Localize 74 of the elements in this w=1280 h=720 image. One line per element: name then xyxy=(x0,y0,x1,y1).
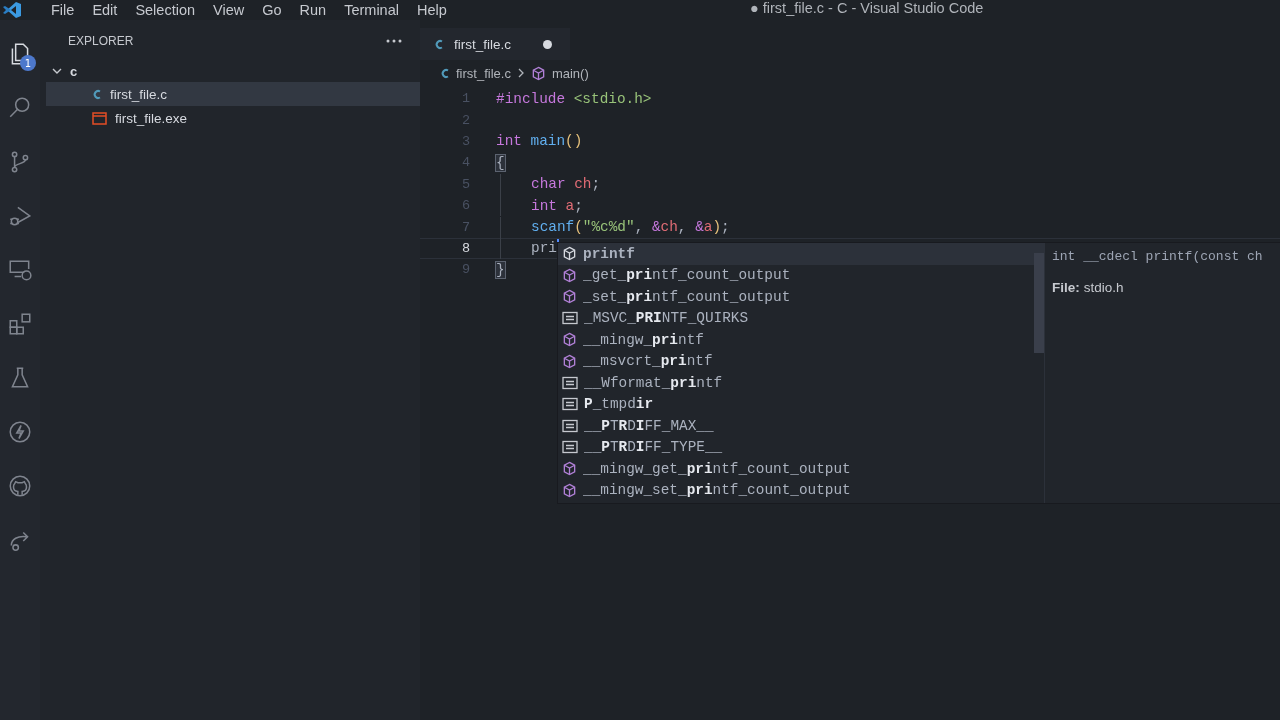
window-title: ● first_file.c - C - Visual Studio Code xyxy=(750,0,984,16)
method-icon xyxy=(562,246,577,262)
line-number: 5 xyxy=(460,176,470,192)
code-line: pri xyxy=(531,240,557,257)
chevron-icon[interactable] xyxy=(52,66,62,76)
suggestion-item[interactable]: __Wformat_printf xyxy=(558,372,1044,394)
scrollbar-thumb[interactable] xyxy=(1034,253,1044,353)
c-file-icon xyxy=(434,37,444,51)
file-name: first_file.c xyxy=(110,86,167,102)
line-number: 1 xyxy=(460,91,470,107)
code-line: char ch; xyxy=(531,176,601,193)
suggestion-item[interactable]: _set_printf_count_output xyxy=(558,286,1044,308)
method-icon xyxy=(562,482,577,498)
menu-item[interactable]: View xyxy=(204,2,254,18)
suggestion-item[interactable]: __msvcrt_printf xyxy=(558,350,1044,372)
editor-tab[interactable]: first_file.c xyxy=(420,28,570,60)
method-icon xyxy=(562,353,577,369)
c-file-icon xyxy=(92,87,102,101)
method-icon xyxy=(530,65,546,81)
constant-icon xyxy=(562,375,578,390)
code-line: int a; xyxy=(531,197,583,214)
app-logo-icon xyxy=(2,1,22,19)
line-number: 6 xyxy=(460,198,470,214)
menu-item[interactable]: Terminal xyxy=(335,2,408,18)
constant-icon xyxy=(562,311,578,326)
method-icon xyxy=(562,332,577,348)
menu-item[interactable]: Edit xyxy=(83,2,127,18)
file-item[interactable]: first_file.exe xyxy=(46,106,420,130)
suggestion-item[interactable]: __mingw_set_printf_count_output xyxy=(558,479,1044,501)
menu-item[interactable]: Selection xyxy=(126,2,205,18)
window-file-icon xyxy=(92,111,107,125)
line-number: 4 xyxy=(460,155,470,171)
constant-icon xyxy=(562,418,578,433)
more-icon[interactable] xyxy=(386,39,402,43)
breadcrumb-item[interactable]: first_file.c xyxy=(456,65,511,81)
extensions-icon xyxy=(7,310,33,337)
suggestion-item[interactable]: __mingw_printf xyxy=(558,329,1044,351)
line-number: 3 xyxy=(460,133,470,149)
constant-icon xyxy=(562,440,578,455)
code-line: scanf("%c%d", &ch, &a); xyxy=(531,219,730,236)
suggestion-item[interactable]: printf xyxy=(558,243,1044,265)
line-number: 9 xyxy=(460,262,470,278)
activity-bar-button[interactable]: 1 xyxy=(4,36,36,71)
menu-item[interactable]: Run xyxy=(290,2,336,18)
menu-item[interactable]: Help xyxy=(407,2,456,18)
code-line: int main() xyxy=(496,133,583,150)
chevron-icon xyxy=(516,68,525,78)
line-number: 7 xyxy=(460,219,470,235)
method-icon xyxy=(562,461,577,477)
c-file-icon xyxy=(440,66,450,80)
notification-badge: 1 xyxy=(20,55,36,71)
header-file-name: stdio.h xyxy=(1083,280,1124,295)
suggestion-item[interactable]: P_tmpdir xyxy=(558,393,1044,415)
tab-label: first_file.c xyxy=(454,36,511,52)
suggestion-item[interactable]: _get_printf_count_output xyxy=(558,264,1044,286)
suggestion-item[interactable]: _MSVC_PRINTF_QUIRKS xyxy=(558,307,1044,329)
file-name: first_file.exe xyxy=(115,110,188,126)
menu-item[interactable]: File xyxy=(42,2,84,18)
suggestion-item[interactable]: __PTRDIFF_MAX__ xyxy=(558,415,1044,437)
line-number: 8 xyxy=(460,240,470,256)
constant-icon xyxy=(562,397,578,412)
menu-item[interactable]: Go xyxy=(253,2,291,18)
file-item[interactable]: first_file.c xyxy=(46,82,420,106)
breadcrumb-item[interactable]: main() xyxy=(551,65,589,81)
method-icon xyxy=(562,267,577,283)
code-line: #include <stdio.h> xyxy=(496,90,652,107)
file-label: File: xyxy=(1052,280,1080,295)
method-icon xyxy=(562,289,577,305)
line-number: 2 xyxy=(460,112,470,128)
folder-name[interactable]: c xyxy=(70,63,78,79)
function-signature: int __cdecl printf(const ch xyxy=(1052,249,1264,264)
suggestion-item[interactable]: __mingw_get_printf_count_output xyxy=(558,458,1044,480)
suggestion-item[interactable]: __PTRDIFF_TYPE__ xyxy=(558,436,1044,458)
sidebar-title: EXPLORER xyxy=(68,34,134,48)
